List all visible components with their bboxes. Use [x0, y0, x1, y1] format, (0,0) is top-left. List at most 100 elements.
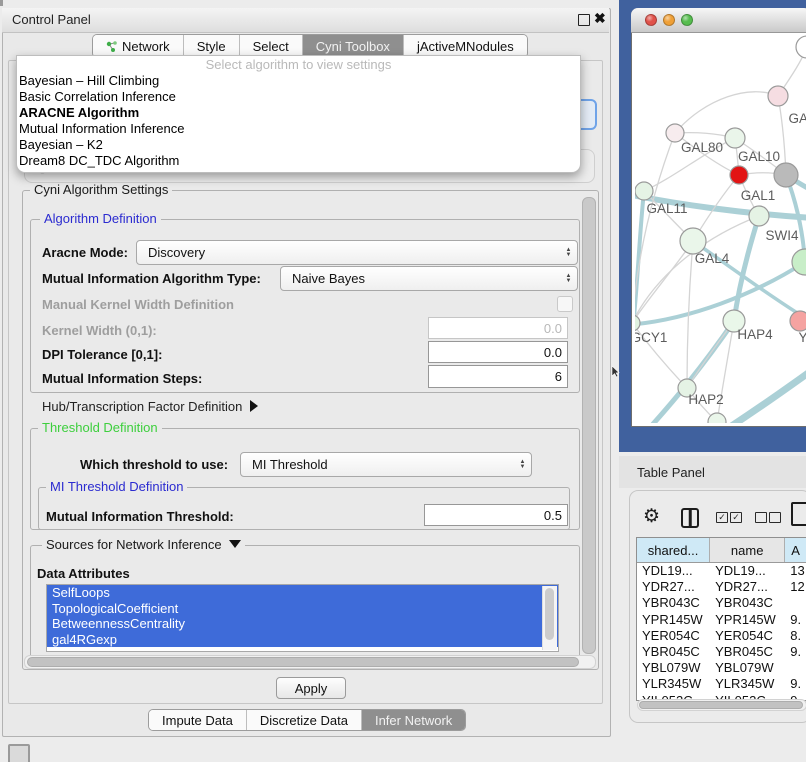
table-cell[interactable]: YBR043C [637, 595, 710, 611]
gal11-node[interactable] [635, 182, 653, 200]
table-row[interactable]: YBR043CYBR043C [637, 595, 806, 611]
checked-column-icon[interactable]: ✓ [730, 512, 742, 523]
float-window-icon[interactable] [578, 14, 590, 26]
algorithm-option-dream8-dc-tdc-algorithm[interactable]: Dream8 DC_TDC Algorithm [17, 153, 580, 169]
tab-label: Cyni Toolbox [316, 39, 390, 54]
column-layout-icon[interactable] [681, 508, 699, 528]
zoom-light[interactable] [681, 14, 693, 26]
table-cell[interactable]: 8. [785, 628, 806, 644]
table-cell[interactable] [785, 595, 806, 611]
tab-select[interactable]: Select [240, 35, 303, 57]
swi4-node[interactable] [749, 206, 769, 226]
table-cell[interactable]: YLR345W [637, 676, 710, 692]
table-cell[interactable]: YBL079W [710, 660, 785, 676]
table-cell[interactable]: YER054C [637, 628, 710, 644]
table-cell[interactable]: YBL079W [637, 660, 710, 676]
table-cell[interactable]: 9. [785, 644, 806, 660]
tab-impute-data[interactable]: Impute Data [149, 710, 247, 730]
salmon-node[interactable] [790, 311, 806, 331]
node-top-right[interactable] [796, 36, 806, 58]
gal1-node[interactable] [730, 166, 748, 184]
settings-horizontal-scrollbar[interactable] [24, 655, 596, 669]
mi-algorithm-type-combobox[interactable]: Naive Bayes ▲▼ [280, 266, 578, 291]
tab-jactivemnodules[interactable]: jActiveMNodules [404, 35, 527, 57]
aracne-mode-combobox[interactable]: Discovery ▲▼ [136, 240, 578, 265]
which-threshold-combobox[interactable]: MI Threshold ▲▼ [240, 452, 532, 477]
attribute-item-betweennesscentrality[interactable]: BetweennessCentrality [47, 616, 558, 632]
table-cell[interactable]: YPR145W [637, 612, 710, 628]
table-cell[interactable]: YBR045C [710, 644, 785, 660]
table-cell[interactable]: 9. [785, 612, 806, 628]
gcy1-node[interactable] [635, 315, 640, 331]
table-row[interactable]: YDL19...YDL19...13 [637, 563, 806, 579]
sources-toggle[interactable]: Sources for Network Inference [42, 538, 245, 552]
minimized-panel-icon[interactable] [8, 744, 30, 762]
algorithm-option-bayesian-k2[interactable]: Bayesian – K2 [17, 137, 580, 153]
table-cell[interactable]: 12 [785, 579, 806, 595]
column-header-a[interactable]: A [785, 538, 806, 562]
minimize-light[interactable] [663, 14, 675, 26]
algorithm-definition-title: Algorithm Definition [40, 212, 161, 226]
algorithm-option-bayesian-hill-climbing[interactable]: Bayesian – Hill Climbing [17, 73, 580, 89]
attributes-scrollbar[interactable] [542, 586, 557, 650]
attribute-item-topologicalcoefficient[interactable]: TopologicalCoefficient [47, 601, 558, 617]
table-panel-titlebar[interactable]: Table Panel [619, 456, 806, 488]
table-cell[interactable]: 13 [785, 563, 806, 579]
table-cell[interactable]: YER054C [710, 628, 785, 644]
column-header-shared[interactable]: shared... [637, 538, 710, 562]
tab-cyni-toolbox[interactable]: Cyni Toolbox [303, 35, 404, 57]
table-row[interactable]: YER054CYER054C8. [637, 628, 806, 644]
network-canvas[interactable]: GALGAL80GAL10GAL1GAL11SWI4GAL4GCY1HAP4YH… [635, 32, 806, 423]
checked-column-icon[interactable]: ✓ [716, 512, 728, 523]
table-row[interactable]: YBL079WYBL079W [637, 660, 806, 676]
table-row[interactable]: YBR045CYBR045C9. [637, 644, 806, 660]
mi-threshold-field[interactable]: 0.5 [424, 504, 568, 526]
tab-infer-network[interactable]: Infer Network [362, 710, 465, 730]
unchecked-column-icon[interactable] [769, 512, 781, 523]
algorithm-option-basic-correlation-inference[interactable]: Basic Correlation Inference [17, 89, 580, 105]
column-header-name[interactable]: name [710, 538, 785, 562]
table-cell[interactable] [785, 660, 806, 676]
close-window-icon[interactable]: ✖ [594, 10, 606, 27]
close-light[interactable] [645, 14, 657, 26]
table-cell[interactable]: YDR27... [637, 579, 710, 595]
gal10-node[interactable] [725, 128, 745, 148]
unchecked-column-icon[interactable] [755, 512, 767, 523]
table-horizontal-scrollbar[interactable] [637, 699, 806, 711]
dpi-tolerance-field[interactable]: 0.0 [428, 341, 568, 363]
table-row[interactable]: YPR145WYPR145W9. [637, 612, 806, 628]
settings-vertical-scrollbar[interactable] [582, 197, 596, 654]
attribute-item-selfloops[interactable]: SelfLoops [47, 585, 558, 601]
table-cell[interactable]: YDL19... [710, 563, 785, 579]
node-bottom[interactable] [708, 413, 726, 423]
table-cell[interactable]: YBR043C [710, 595, 785, 611]
table-cell[interactable]: YDL19... [637, 563, 710, 579]
manual-kernel-checkbox[interactable] [557, 296, 573, 312]
hub-definition-toggle[interactable]: Hub/Transcription Factor Definition [42, 399, 258, 414]
table-cell[interactable]: YDR27... [710, 579, 785, 595]
table-cell[interactable]: 9. [785, 676, 806, 692]
table-cell[interactable]: YBR045C [637, 644, 710, 660]
apply-button[interactable]: Apply [276, 677, 346, 699]
attribute-item-gal4rgexp[interactable]: gal4RGexp [47, 632, 558, 648]
tab-discretize-data[interactable]: Discretize Data [247, 710, 362, 730]
mi-steps-field[interactable]: 6 [428, 365, 568, 388]
tab-network[interactable]: Network [93, 35, 184, 57]
gal-node[interactable] [768, 86, 788, 106]
mi-threshold-label: Mutual Information Threshold: [46, 509, 234, 524]
tab-style[interactable]: Style [184, 35, 240, 57]
green-node-right[interactable] [792, 249, 806, 275]
network-window-titlebar[interactable] [631, 8, 806, 33]
kernel-width-field[interactable]: 0.0 [428, 317, 568, 339]
gray-node[interactable] [774, 163, 798, 187]
table-cell[interactable]: YLR345W [710, 676, 785, 692]
table-row[interactable]: YLR345WYLR345W9. [637, 676, 806, 692]
mi-algorithm-type-label: Mutual Information Algorithm Type: [42, 271, 261, 286]
gear-icon[interactable]: ⚙ [643, 505, 660, 528]
algorithm-option-mutual-information-inference[interactable]: Mutual Information Inference [17, 121, 580, 137]
document-icon[interactable] [791, 502, 806, 526]
control-panel-titlebar[interactable] [2, 8, 609, 33]
algorithm-option-aracne-algorithm[interactable]: ARACNE Algorithm [17, 105, 580, 121]
table-row[interactable]: YDR27...YDR27...12 [637, 579, 806, 595]
table-cell[interactable]: YPR145W [710, 612, 785, 628]
